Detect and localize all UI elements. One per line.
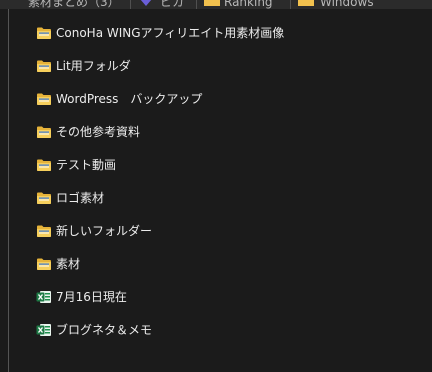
item-label: 7月16日現在 — [56, 289, 127, 304]
item-label: ConoHa WINGアフィリエイト用素材画像 — [56, 25, 285, 40]
folder-icon — [37, 258, 51, 270]
folder-icon — [298, 0, 314, 6]
file-explorer-window: 素材まとめ（3） ピカ Ranking Windows ConoHa WINGア… — [0, 0, 432, 372]
folder-item[interactable]: その他参考資料 — [36, 115, 432, 148]
folder-icon — [37, 27, 51, 39]
folder-item[interactable]: WordPress バックアップ — [36, 82, 432, 115]
tab-label: Ranking — [224, 0, 273, 9]
tab-2[interactable]: Ranking — [224, 0, 273, 9]
tab-label: Windows — [320, 0, 374, 9]
excel-file-icon — [36, 323, 51, 336]
tab-divider — [290, 0, 291, 9]
left-rail — [8, 9, 9, 372]
file-list: ConoHa WINGアフィリエイト用素材画像 Lit用フォルダ WordPre… — [36, 16, 432, 346]
file-item[interactable]: ブログネタ＆メモ — [36, 313, 432, 346]
user-icon — [140, 0, 152, 6]
folder-item[interactable]: 素材 — [36, 247, 432, 280]
tab-0[interactable]: 素材まとめ（3） — [28, 0, 120, 9]
tab-label: 素材まとめ（3） — [28, 0, 120, 9]
folder-item[interactable]: ConoHa WINGアフィリエイト用素材画像 — [36, 16, 432, 49]
item-label: その他参考資料 — [56, 124, 141, 139]
folder-icon — [37, 159, 51, 171]
excel-file-icon — [36, 290, 51, 303]
folder-icon — [37, 93, 51, 105]
tab-strip: 素材まとめ（3） ピカ Ranking Windows — [0, 0, 432, 9]
folder-icon — [204, 0, 220, 6]
item-label: 素材 — [56, 256, 81, 271]
folder-item[interactable]: ロゴ素材 — [36, 181, 432, 214]
tab-divider — [196, 0, 197, 9]
tab-1[interactable]: ピカ — [160, 0, 184, 9]
tab-divider — [130, 0, 131, 9]
item-label: 新しいフォルダー — [56, 223, 153, 238]
item-label: WordPress バックアップ — [56, 91, 203, 106]
folder-item[interactable]: テスト動画 — [36, 148, 432, 181]
tab-label: ピカ — [160, 0, 185, 9]
folder-icon — [37, 126, 51, 138]
folder-icon — [37, 225, 51, 237]
folder-icon — [37, 60, 51, 72]
folder-item[interactable]: Lit用フォルダ — [36, 49, 432, 82]
item-label: テスト動画 — [56, 157, 117, 172]
tab-3[interactable]: Windows — [320, 0, 374, 9]
folder-item[interactable]: 新しいフォルダー — [36, 214, 432, 247]
folder-icon — [37, 192, 51, 204]
item-label: ロゴ素材 — [56, 190, 105, 205]
item-label: Lit用フォルダ — [56, 58, 131, 73]
file-item[interactable]: 7月16日現在 — [36, 280, 432, 313]
item-label: ブログネタ＆メモ — [56, 322, 153, 337]
